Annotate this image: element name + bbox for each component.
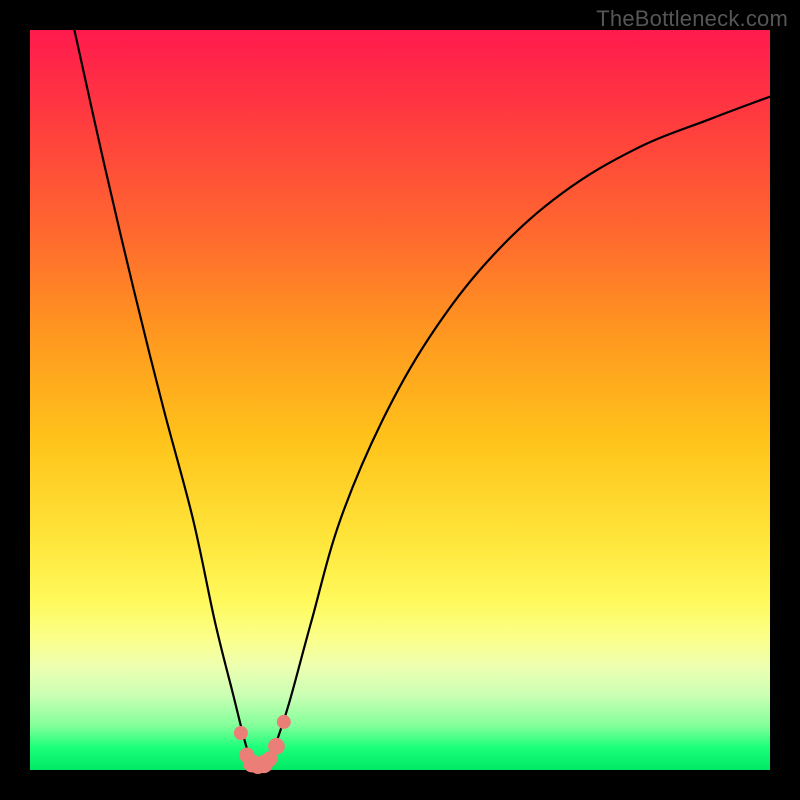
chart-frame: TheBottleneck.com [0, 0, 800, 800]
watermark-text: TheBottleneck.com [596, 6, 788, 32]
bottleneck-curve [74, 30, 770, 766]
highlight-dot [234, 726, 248, 740]
highlight-dot [268, 738, 285, 755]
highlight-markers [234, 715, 291, 774]
highlight-dot [277, 715, 291, 729]
curve-layer [30, 30, 770, 770]
plot-area [30, 30, 770, 770]
